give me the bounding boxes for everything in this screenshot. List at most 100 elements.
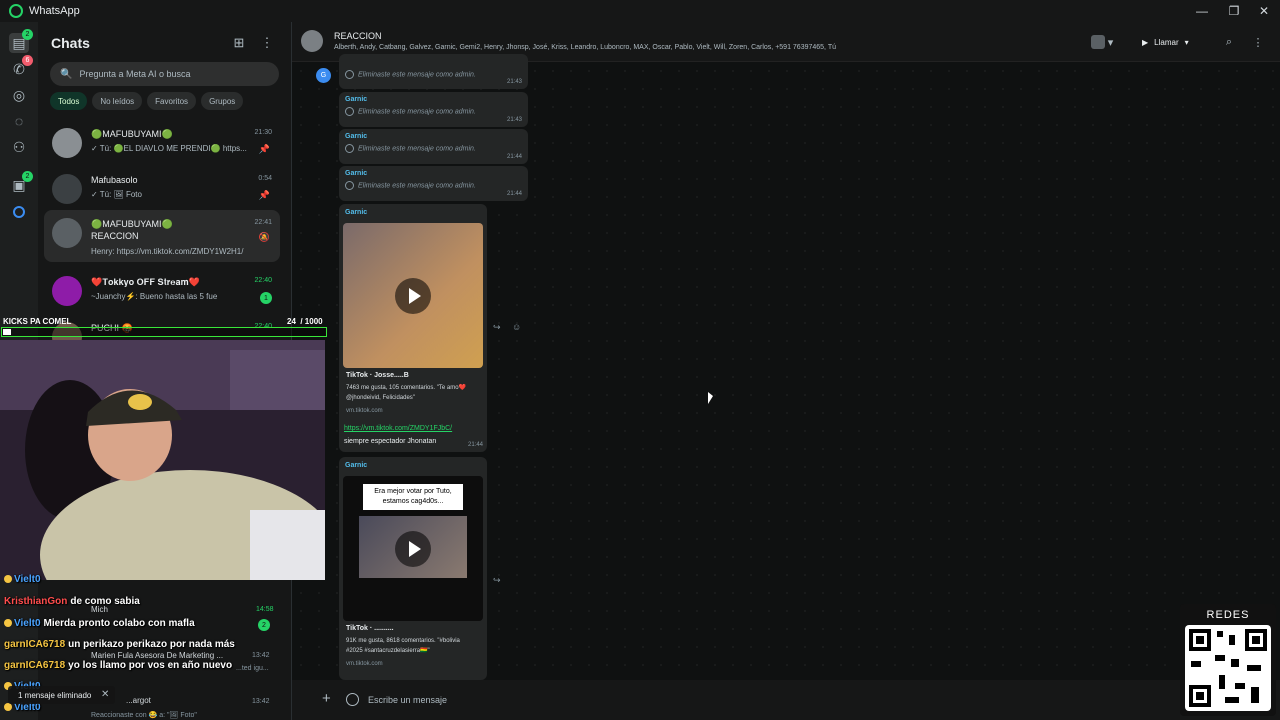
chat-time: 22:40 xyxy=(254,277,272,284)
titlebar: WhatsApp — ❐ ✕ xyxy=(0,0,1280,22)
deleted-message: Eliminaste este mensaje como admin. xyxy=(345,181,476,190)
message-input[interactable] xyxy=(368,689,1148,711)
call-label: Llamar xyxy=(1154,37,1179,47)
message-time: 21:44 xyxy=(467,442,483,448)
goal-progress-fill xyxy=(3,329,11,335)
video-caption: Era mejor votar por Tuto, estamos cag4d0… xyxy=(363,484,463,510)
communities-icon[interactable]: ⚇ xyxy=(9,137,29,157)
blocked-icon xyxy=(345,70,354,79)
filter-groups[interactable]: Grupos xyxy=(201,92,244,110)
stream-chat-line: Vielt0 xyxy=(4,574,44,585)
group-avatar-icon xyxy=(52,174,82,204)
maximize-button[interactable]: ❐ xyxy=(1218,0,1250,22)
emoji-icon[interactable] xyxy=(346,693,359,706)
chat-time: 0:54 xyxy=(258,175,272,182)
stream-chat-line: garnICA6718 un perikazo perikazo por nada… xyxy=(4,639,235,650)
blocked-icon xyxy=(345,181,354,190)
menu-icon[interactable]: ⋮ xyxy=(1250,34,1266,50)
deleted-message: Eliminaste este mensaje como admin. xyxy=(345,144,476,153)
play-icon[interactable] xyxy=(395,277,431,314)
group-avatar[interactable] xyxy=(301,30,323,52)
message-time: 21:44 xyxy=(506,191,522,197)
filter-chips: Todos No leídos Favoritos Grupos xyxy=(50,92,244,110)
group-name: REACCION xyxy=(334,31,382,41)
link-preview-domain: vm.tiktok.com xyxy=(346,661,383,667)
minimize-button[interactable]: — xyxy=(1186,0,1218,22)
link-preview-title: TikTok · Josse.....B xyxy=(346,372,409,379)
composer: + xyxy=(292,680,1280,720)
chat-preview: ✓ Tú: 🟢EL DIAVLO ME PRENDI🟢 https... xyxy=(91,144,247,153)
avatar xyxy=(52,276,82,306)
message-bubble[interactable]: Garnic Eliminaste este mensaje como admi… xyxy=(339,129,528,164)
qr-pattern xyxy=(1189,629,1267,707)
message-link[interactable]: https://vm.tiktok.com/ZMDY1FJbC/ xyxy=(344,425,452,432)
message-bubble[interactable]: Garnic Eliminaste este mensaje como admi… xyxy=(339,92,528,127)
status-icon[interactable]: ◎ xyxy=(9,85,29,105)
search-icon: 🔍 xyxy=(60,68,73,80)
menu-icon[interactable]: ⋮ xyxy=(259,35,275,51)
message-time: 21:43 xyxy=(506,117,522,123)
sub-badge-icon xyxy=(4,575,12,584)
message-bubble[interactable]: Eliminaste este mensaje como admin. 21:4… xyxy=(339,54,528,89)
panel-title: Chats xyxy=(51,35,90,51)
message-sender: Garnic xyxy=(345,209,368,216)
message-text: siempre espectador Jhonatan xyxy=(344,438,437,445)
blocked-icon xyxy=(345,107,354,116)
close-window-button[interactable]: ✕ xyxy=(1248,0,1280,22)
new-chat-icon[interactable]: ⊞ xyxy=(231,35,247,51)
chats-badge: 2 xyxy=(22,29,33,40)
video-thumbnail[interactable] xyxy=(343,223,483,368)
search-icon[interactable]: ⌕ xyxy=(1221,34,1237,50)
deleted-toast: 1 mensaje eliminado ✕ xyxy=(8,686,116,704)
channels-icon[interactable]: ◌ xyxy=(9,111,29,131)
chat-preview: ~Juanchy⚡: Bueno hasta las 5 fue xyxy=(91,292,218,301)
chat-preview: ✓ Tú: 🖼 Foto xyxy=(91,190,142,199)
media-message[interactable]: Garnic TikTok · Josse.....B 7463 me gust… xyxy=(339,204,487,452)
message-time: 21:43 xyxy=(506,79,522,85)
stream-chat-line: garnICA6718 yo los llamo por vos en año n… xyxy=(4,660,233,671)
goal-label: KICKS PA COMEL xyxy=(3,317,72,326)
conversation-panel: REACCION Alberth, Andy, Catbang, Galvez,… xyxy=(292,22,1280,720)
group-avatar-dropdown[interactable]: ▾ xyxy=(1087,34,1117,50)
video-call-icon: ▶ xyxy=(1142,37,1149,47)
call-button[interactable]: ▶ Llamar ▾ xyxy=(1132,32,1199,52)
forward-icon[interactable]: ↪ xyxy=(493,575,501,586)
search-box: 🔍 xyxy=(50,62,279,86)
filter-favorites[interactable]: Favoritos xyxy=(147,92,197,110)
play-icon[interactable] xyxy=(395,530,431,567)
qr-code-icon xyxy=(1185,625,1271,711)
link-preview-description: 7463 me gusta, 105 comentarios. "Te amo❤… xyxy=(346,385,466,401)
avatar xyxy=(52,218,82,248)
close-icon[interactable]: ✕ xyxy=(101,689,109,700)
qr-code-overlay: REDES xyxy=(1180,604,1276,716)
forward-icon[interactable]: ↪ xyxy=(493,322,501,333)
meta-ai-icon[interactable] xyxy=(9,202,29,222)
chevron-down-icon: ▾ xyxy=(1184,37,1189,47)
webcam-feed xyxy=(0,340,325,580)
chat-list-item[interactable]: 🟢MAFUBUYAMI🟢 21:30 ✓ Tú: 🟢EL DIAVLO ME P… xyxy=(44,120,280,172)
video-thumbnail[interactable]: Era mejor votar por Tuto, estamos cag4d0… xyxy=(343,476,483,621)
chat-list-item[interactable]: ❤️𝐓𝐨𝐤𝐤𝐲𝐨 𝐎𝐅𝐅 𝐒𝐭𝐫𝐞𝐚𝐦❤️ 22:40 ~Juanchy⚡: B… xyxy=(44,268,280,320)
filter-all[interactable]: Todos xyxy=(50,92,88,110)
pin-icon: 📌 xyxy=(258,144,270,154)
react-emoji-icon[interactable]: ☺ xyxy=(512,322,521,332)
unread-badge: 1 xyxy=(260,292,272,304)
archive-badge: 2 xyxy=(22,171,33,182)
muted-icon: 🔕 xyxy=(258,232,270,242)
chat-list-item-selected[interactable]: 🟢MAFUBUYAMI🟢 22:41 REACCION Henry: https… xyxy=(44,210,280,262)
media-message[interactable]: Garnic Era mejor votar por Tuto, estamos… xyxy=(339,457,487,680)
chat-name: ❤️𝐓𝐨𝐤𝐤𝐲𝐨 𝐎𝐅𝐅 𝐒𝐭𝐫𝐞𝐚𝐦❤️ xyxy=(91,277,200,287)
chat-name: Mafubasolo xyxy=(91,175,138,185)
search-input[interactable] xyxy=(79,69,260,79)
chat-time: 22:41 xyxy=(254,219,272,226)
app-window: WhatsApp — ❐ ✕ ▤ 2 ✆ 6 ◎ ◌ ⚇ ▣ 2 Chats ⊞… xyxy=(0,0,1280,720)
chat-subtitle: REACCION xyxy=(91,231,139,241)
deleted-message: Eliminaste este mensaje como admin. xyxy=(345,107,476,116)
link-preview-description: 91K me gusta, 8618 comentarios. "#bolivi… xyxy=(346,638,460,654)
sub-badge-icon xyxy=(4,703,12,712)
filter-unread[interactable]: No leídos xyxy=(92,92,143,110)
message-bubble[interactable]: Garnic Eliminaste este mensaje como admi… xyxy=(339,166,528,201)
attach-plus-icon[interactable]: + xyxy=(322,690,331,707)
mouse-cursor-icon xyxy=(708,392,713,404)
deleted-message: Eliminaste este mensaje como admin. xyxy=(345,70,476,79)
